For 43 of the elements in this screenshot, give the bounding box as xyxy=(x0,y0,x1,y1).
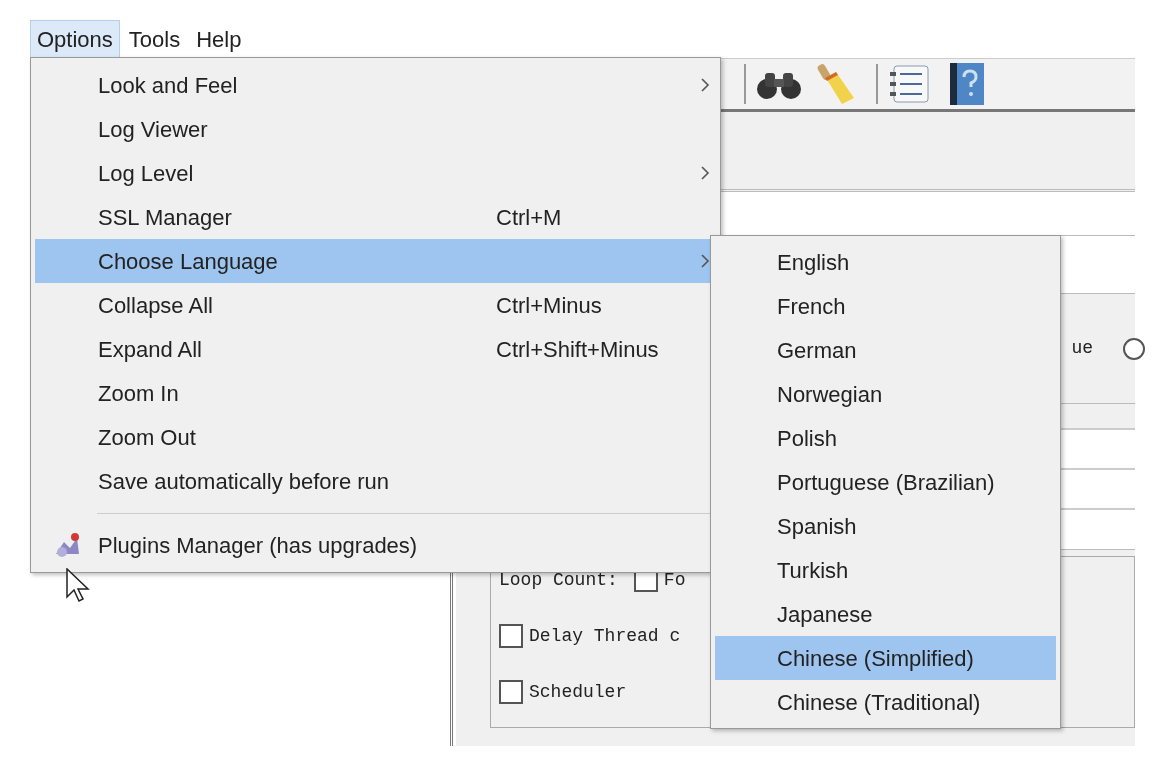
language-item[interactable]: German xyxy=(715,328,1056,372)
menu-item[interactable]: SSL Manager Ctrl+M xyxy=(35,195,716,239)
menu-item[interactable]: Log Viewer xyxy=(35,107,716,151)
language-item[interactable]: Japanese xyxy=(715,592,1056,636)
menu-item[interactable]: Log Level xyxy=(35,151,716,195)
language-item[interactable]: Portuguese (Brazilian) xyxy=(715,460,1056,504)
mouse-cursor-icon xyxy=(66,568,90,604)
checkbox[interactable] xyxy=(499,680,523,704)
language-item[interactable]: Chinese (Simplified) xyxy=(715,636,1056,680)
language-item[interactable]: Polish xyxy=(715,416,1056,460)
menu-item-label: Look and Feel xyxy=(98,71,239,100)
menu-item-label: Log Viewer xyxy=(98,115,209,144)
menu-item-label: Log Level xyxy=(98,159,195,188)
list-icon[interactable] xyxy=(888,64,932,104)
menu-item-label: Plugins Manager (has upgrades) xyxy=(98,531,419,560)
menu-item-label: Expand All xyxy=(98,335,203,364)
menu-item-label: Collapse All xyxy=(98,291,214,320)
radio-button[interactable] xyxy=(1123,337,1145,360)
checkbox-label: Fo xyxy=(663,568,686,592)
shortcut-label: Ctrl+Shift+Minus xyxy=(496,335,660,364)
language-item[interactable]: French xyxy=(715,284,1056,328)
shortcut-label: Ctrl+Minus xyxy=(496,291,603,320)
language-item[interactable]: Norwegian xyxy=(715,372,1056,416)
language-item[interactable]: English xyxy=(715,240,1056,284)
loop-count-label: Loop Count: xyxy=(499,568,618,592)
menu-item-label: Choose Language xyxy=(98,247,279,276)
menu-item-label: SSL Manager xyxy=(98,203,233,232)
help-book-icon[interactable] xyxy=(950,63,984,105)
menu-bar-item[interactable]: Tools xyxy=(121,20,188,58)
menu-item-label: Zoom Out xyxy=(98,423,197,452)
checkbox[interactable] xyxy=(499,624,523,648)
language-item[interactable]: Turkish xyxy=(715,548,1056,592)
menu-bar-item[interactable]: Help xyxy=(189,20,249,58)
menu-bar-item[interactable]: Options xyxy=(30,20,120,58)
checkbox-label: Scheduler xyxy=(529,680,627,704)
menu-item[interactable]: Look and Feel xyxy=(35,63,716,107)
menu-item-label: Zoom In xyxy=(98,379,180,408)
language-item[interactable]: Chinese (Traditional) xyxy=(715,680,1056,724)
option-label: ue xyxy=(1071,337,1093,360)
shortcut-label: Ctrl+M xyxy=(496,203,563,232)
language-item[interactable]: Spanish xyxy=(715,504,1056,548)
menu-item-label: Save automatically before run xyxy=(98,467,391,496)
checkbox-label: Delay Thread c xyxy=(529,624,681,648)
